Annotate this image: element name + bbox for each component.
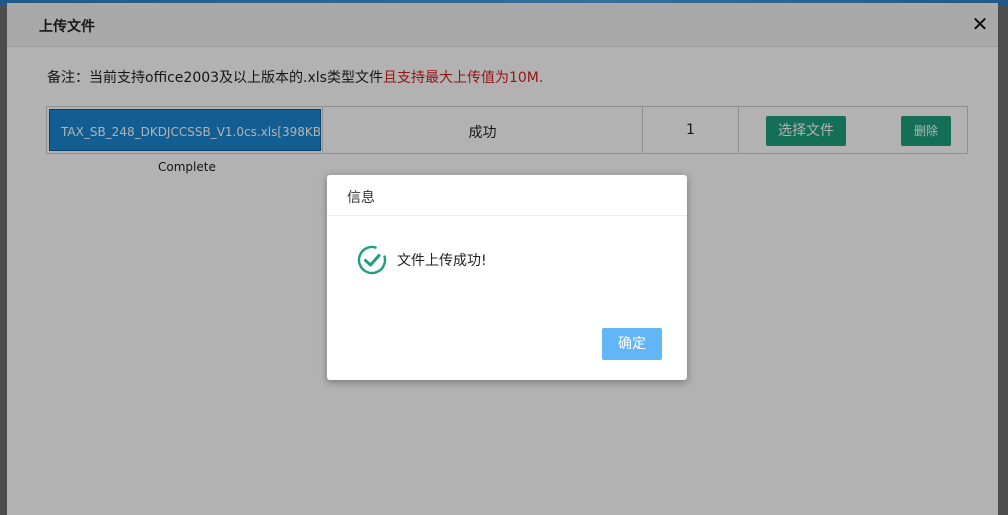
info-message-box: 信息 文件上传成功! 确定 bbox=[327, 175, 687, 380]
message-text: 文件上传成功! bbox=[397, 253, 487, 269]
message-title: 信息 bbox=[347, 190, 375, 206]
ok-button[interactable]: 确定 bbox=[602, 328, 662, 360]
message-header: 信息 bbox=[327, 175, 687, 216]
check-circle-icon bbox=[357, 245, 387, 275]
